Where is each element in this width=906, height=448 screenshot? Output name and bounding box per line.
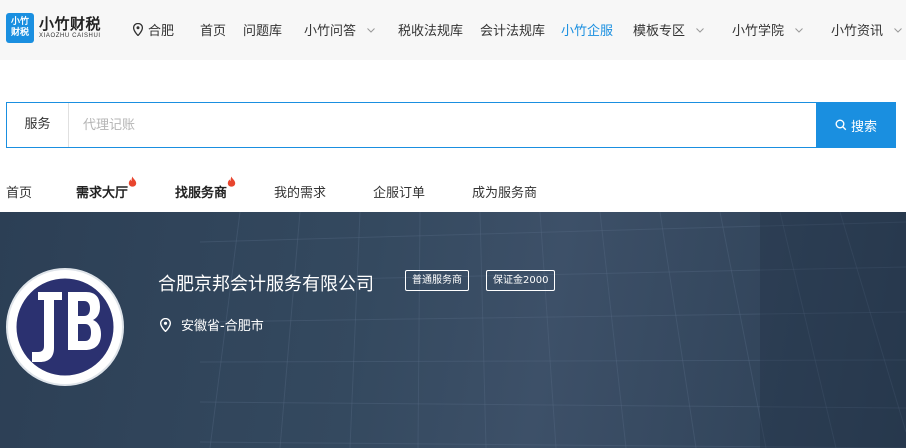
nav-label: 模板专区 [633,24,686,39]
nav-label: 首页 [200,24,227,39]
tab-become-provider[interactable]: 成为服务商 [472,182,537,201]
tab-orders[interactable]: 企服订单 [373,182,425,201]
search-input[interactable] [69,103,817,147]
region-label: 安徽省-合肥市 [181,319,264,334]
tab-label: 成为服务商 [472,186,538,201]
nav-label: 小竹企服 [561,24,614,39]
nav-label: 小竹问答 [304,24,357,39]
provider-type-badge: 普通服务商 [405,270,469,291]
chevron-down-icon [696,27,704,33]
provider-region: 安徽省-合肥市 [160,315,264,334]
nav-item-tax-law[interactable]: 税收法规库 [398,20,463,39]
search-button-label: 搜索 [850,119,877,135]
tab-label: 找服务商 [175,186,228,201]
nav-item-academy[interactable]: 小竹学院 [732,20,804,39]
search-icon [835,119,847,131]
tab-label: 企服订单 [373,186,426,201]
fire-icon [227,176,236,187]
chevron-down-icon [894,27,902,33]
logo-name[interactable]: 小竹财税 [39,13,101,34]
logo-subtitle: XIAOZHU CAISHUI [39,33,101,39]
logo-badge-line1: 小竹 [10,17,29,27]
nav-label: 税收法规库 [398,24,464,39]
deposit-badge: 保证金2000 [486,270,556,291]
location-label: 合肥 [148,24,175,39]
tab-home[interactable]: 首页 [6,182,32,201]
tab-demand-hall[interactable]: 需求大厅 [76,176,137,201]
nav-item-news[interactable]: 小竹资讯 [831,20,903,39]
tab-label: 我的需求 [274,186,327,201]
location-pin-icon [133,23,143,36]
building-pattern [199,212,906,448]
search-bar: 服务 搜索 [6,102,896,148]
logo-badge-line2: 财税 [10,28,29,38]
nav-label: 会计法规库 [480,24,546,39]
provider-banner [0,212,906,448]
location-selector[interactable]: 合肥 [133,20,174,39]
provider-name: 合肥京邦会计服务有限公司 [158,274,374,295]
search-button[interactable]: 搜索 [816,102,896,148]
location-pin-icon [160,317,171,332]
tab-find-provider[interactable]: 找服务商 [175,176,236,201]
logo-badge[interactable]: 小竹 财税 [6,13,34,43]
nav-item-question-bank[interactable]: 问题库 [243,20,282,39]
nav-label: 问题库 [243,24,283,39]
tab-label: 首页 [6,186,33,201]
nav-item-templates[interactable]: 模板专区 [633,20,705,39]
fire-icon [128,176,137,187]
chevron-down-icon [795,27,803,33]
top-nav: 小竹 财税 小竹财税 XIAOZHU CAISHUI 合肥 首页 问题库 小竹问… [0,0,906,60]
tab-my-demands[interactable]: 我的需求 [274,182,326,201]
nav-label: 小竹学院 [732,24,785,39]
nav-item-qa[interactable]: 小竹问答 [304,20,376,39]
search-category-select[interactable]: 服务 [7,103,69,147]
chevron-down-icon [367,27,375,33]
jb-logo-icon [13,275,117,379]
provider-logo-avatar[interactable] [6,268,124,386]
nav-label: 小竹资讯 [831,24,884,39]
nav-item-home[interactable]: 首页 [200,20,226,39]
tab-label: 需求大厅 [76,186,129,201]
nav-item-enterprise-service[interactable]: 小竹企服 [561,20,613,39]
nav-item-accounting-law[interactable]: 会计法规库 [480,20,545,39]
